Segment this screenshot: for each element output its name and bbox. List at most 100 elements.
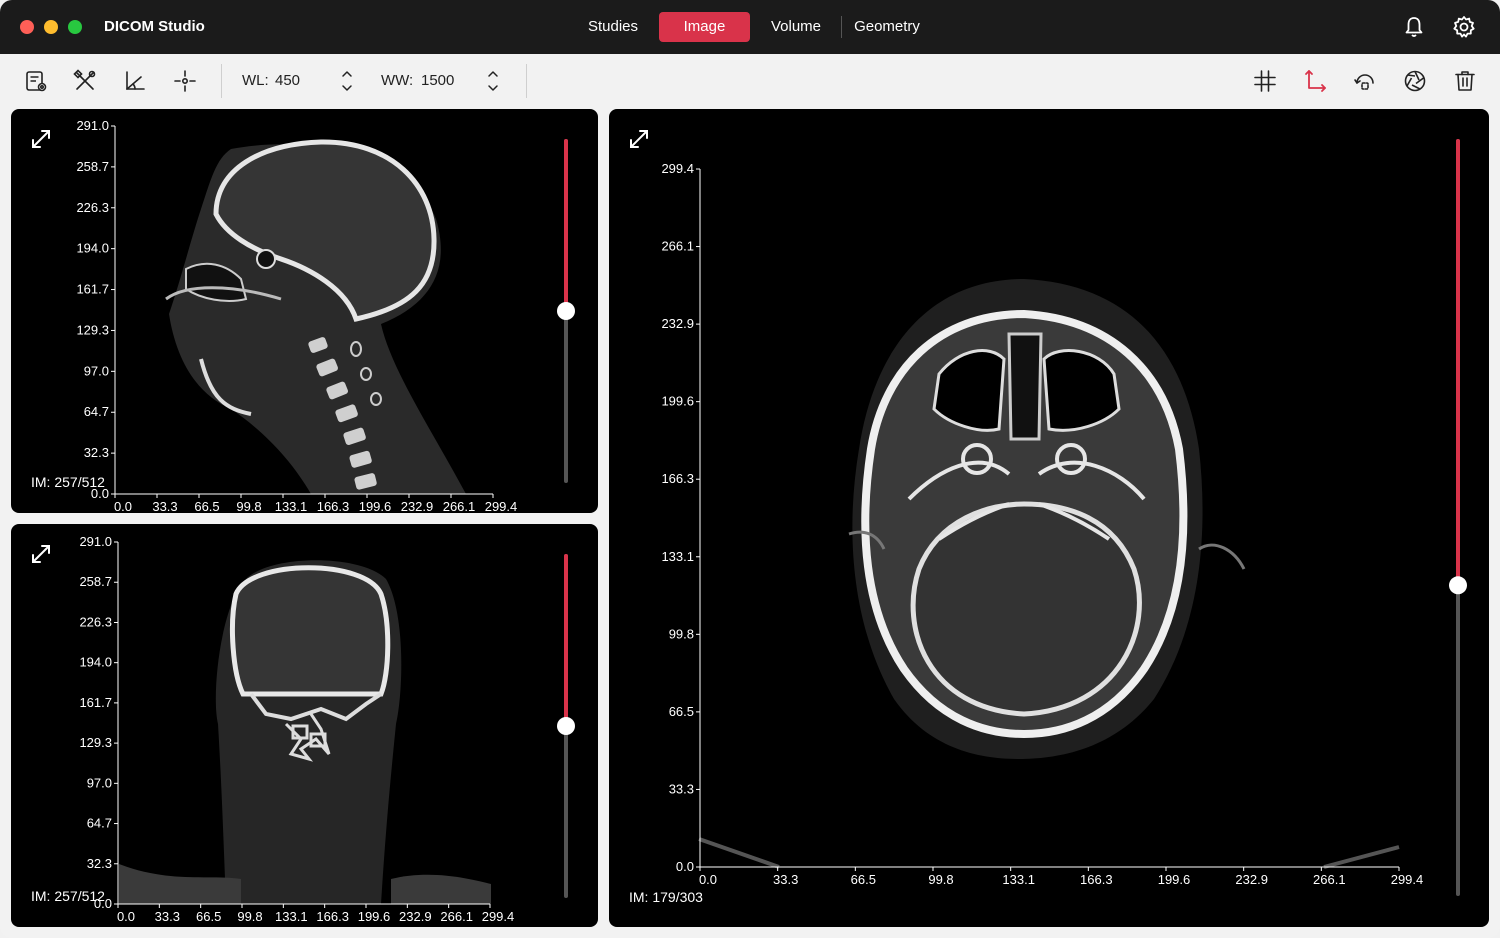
x-axis-tick-label: 166.3 xyxy=(1080,872,1113,887)
y-axis-tick-label: 194.0 xyxy=(76,241,109,256)
x-axis-tick-label: 0.0 xyxy=(699,872,717,887)
toolbar-divider xyxy=(526,64,527,98)
coronal-image[interactable]: 291.0 258.7 226.3 194.0 161.7 129.3 97.0 64.7 32… xyxy=(11,524,598,927)
y-axis-tick-label: 161.7 xyxy=(79,695,112,710)
y-axis-tick-label: 99.8 xyxy=(669,626,694,641)
y-axis-tick-label: 64.7 xyxy=(87,816,112,831)
y-axis-tick-label: 32.3 xyxy=(84,445,109,460)
y-axis-tick-label: 199.6 xyxy=(661,394,694,409)
tab-geometry[interactable]: Geometry xyxy=(850,12,924,42)
gear-icon[interactable] xyxy=(1451,14,1477,40)
x-axis-tick-label: 299.4 xyxy=(485,499,518,513)
x-axis-tick-label: 199.6 xyxy=(358,909,391,924)
y-axis-tick-label: 97.0 xyxy=(84,363,109,378)
wl-value[interactable]: 450 xyxy=(275,72,300,89)
slice-slider-thumb[interactable] xyxy=(1449,576,1467,595)
x-axis-tick-label: 166.3 xyxy=(317,499,350,513)
wl-stepper[interactable] xyxy=(340,68,354,94)
axial-image[interactable]: 299.4 266.1 232.9 199.6 166.3 133.1 99.8 66.5 33… xyxy=(609,109,1489,927)
y-axis-tick-label: 0.0 xyxy=(676,859,694,874)
close-window-button[interactable] xyxy=(20,20,34,34)
x-axis-tick-label: 0.0 xyxy=(117,909,135,924)
sagittal-viewport[interactable]: 291.0 258.7 226.3 194.0 161.7 129.3 97.0 64.7 32… xyxy=(11,109,598,513)
y-axis-tick-label: 291.0 xyxy=(76,118,109,133)
bell-icon[interactable] xyxy=(1401,14,1427,40)
aperture-icon[interactable] xyxy=(1402,68,1428,94)
expand-icon[interactable] xyxy=(29,542,53,566)
tab-studies[interactable]: Studies xyxy=(580,12,646,42)
x-axis-tick-label: 0.0 xyxy=(114,499,132,513)
slice-slider-thumb[interactable] xyxy=(557,717,575,735)
ww-value[interactable]: 1500 xyxy=(421,72,454,89)
expand-icon[interactable] xyxy=(29,127,53,151)
y-axis-tick-label: 32.3 xyxy=(87,856,112,871)
x-axis-tick-label: 99.8 xyxy=(236,499,261,513)
y-axis-tick-label: 258.7 xyxy=(79,574,112,589)
y-axis-tick-label: 64.7 xyxy=(84,404,109,419)
x-axis-tick-label: 33.3 xyxy=(155,909,180,924)
trash-icon[interactable] xyxy=(1452,68,1478,94)
x-axis-tick-label: 266.1 xyxy=(1313,872,1346,887)
x-axis-tick-label: 133.1 xyxy=(275,909,308,924)
x-axis-tick-label: 99.8 xyxy=(928,872,953,887)
x-axis-tick-label: 133.1 xyxy=(275,499,308,513)
y-axis-tick-label: 266.1 xyxy=(661,239,694,254)
ww-label: WW: xyxy=(381,72,414,89)
y-axis-tick-label: 232.9 xyxy=(661,316,694,331)
axial-viewport[interactable]: 299.4 266.1 232.9 199.6 166.3 133.1 99.8 66.5 33… xyxy=(609,109,1489,927)
y-axis-tick-label: 129.3 xyxy=(79,735,112,750)
minimize-window-button[interactable] xyxy=(44,20,58,34)
app-title: DICOM Studio xyxy=(104,18,205,35)
y-axis-tick-label: 291.0 xyxy=(79,534,112,549)
toolbar-divider xyxy=(221,64,222,98)
x-axis-tick-label: 99.8 xyxy=(237,909,262,924)
tab-image[interactable]: Image xyxy=(659,12,750,42)
rotate-reset-icon[interactable] xyxy=(1352,68,1378,94)
zoom-window-button[interactable] xyxy=(68,20,82,34)
angle-measure-icon[interactable] xyxy=(122,68,148,94)
ww-stepper[interactable] xyxy=(486,68,500,94)
axis-icon[interactable] xyxy=(1302,68,1328,94)
y-axis-tick-label: 194.0 xyxy=(79,655,112,670)
y-axis-tick-label: 161.7 xyxy=(76,282,109,297)
y-axis-tick-label: 299.4 xyxy=(661,161,694,176)
image-index-label: IM: 179/303 xyxy=(629,889,703,905)
slice-slider-thumb[interactable] xyxy=(557,302,575,320)
wl-label: WL: xyxy=(242,72,269,89)
y-axis-tick-label: 133.1 xyxy=(661,549,694,564)
x-axis-tick-label: 66.5 xyxy=(196,909,221,924)
y-axis-tick-label: 258.7 xyxy=(76,159,109,174)
x-axis-tick-label: 33.3 xyxy=(152,499,177,513)
y-axis-tick-label: 166.3 xyxy=(661,471,694,486)
y-axis-tick-label: 226.3 xyxy=(79,614,112,629)
coronal-viewport[interactable]: 291.0 258.7 226.3 194.0 161.7 129.3 97.0 64.7 32… xyxy=(11,524,598,927)
tab-divider xyxy=(841,16,842,38)
x-axis-tick-label: 266.1 xyxy=(443,499,476,513)
tools-icon[interactable] xyxy=(72,68,98,94)
title-bar: DICOM Studio Studies Image Volume Geomet… xyxy=(0,0,1500,54)
x-axis-tick-label: 232.9 xyxy=(1235,872,1268,887)
tab-volume[interactable]: Volume xyxy=(762,12,830,42)
x-axis-tick-label: 133.1 xyxy=(1002,872,1035,887)
grid-icon[interactable] xyxy=(1252,68,1278,94)
x-axis-tick-label: 299.4 xyxy=(482,909,515,924)
x-axis-tick-label: 66.5 xyxy=(194,499,219,513)
x-axis-tick-label: 33.3 xyxy=(773,872,798,887)
expand-icon[interactable] xyxy=(627,127,651,151)
image-index-label: IM: 257/512 xyxy=(31,474,105,490)
x-axis-tick-label: 166.3 xyxy=(316,909,349,924)
y-axis-tick-label: 66.5 xyxy=(669,704,694,719)
sagittal-image[interactable]: 291.0 258.7 226.3 194.0 161.7 129.3 97.0 64.7 32… xyxy=(11,109,598,513)
y-axis-tick-label: 33.3 xyxy=(669,781,694,796)
crosshair-point-icon[interactable] xyxy=(172,68,198,94)
y-axis-tick-label: 129.3 xyxy=(76,322,109,337)
x-axis-tick-label: 299.4 xyxy=(1391,872,1424,887)
x-axis-tick-label: 66.5 xyxy=(851,872,876,887)
x-axis-tick-label: 266.1 xyxy=(440,909,473,924)
report-settings-icon[interactable] xyxy=(23,68,49,94)
toolbar: WL: 450 WW: 1500 xyxy=(0,54,1500,108)
x-axis-tick-label: 199.6 xyxy=(359,499,392,513)
y-axis-tick-label: 97.0 xyxy=(87,775,112,790)
x-axis-tick-label: 199.6 xyxy=(1158,872,1191,887)
x-axis-tick-label: 232.9 xyxy=(401,499,434,513)
